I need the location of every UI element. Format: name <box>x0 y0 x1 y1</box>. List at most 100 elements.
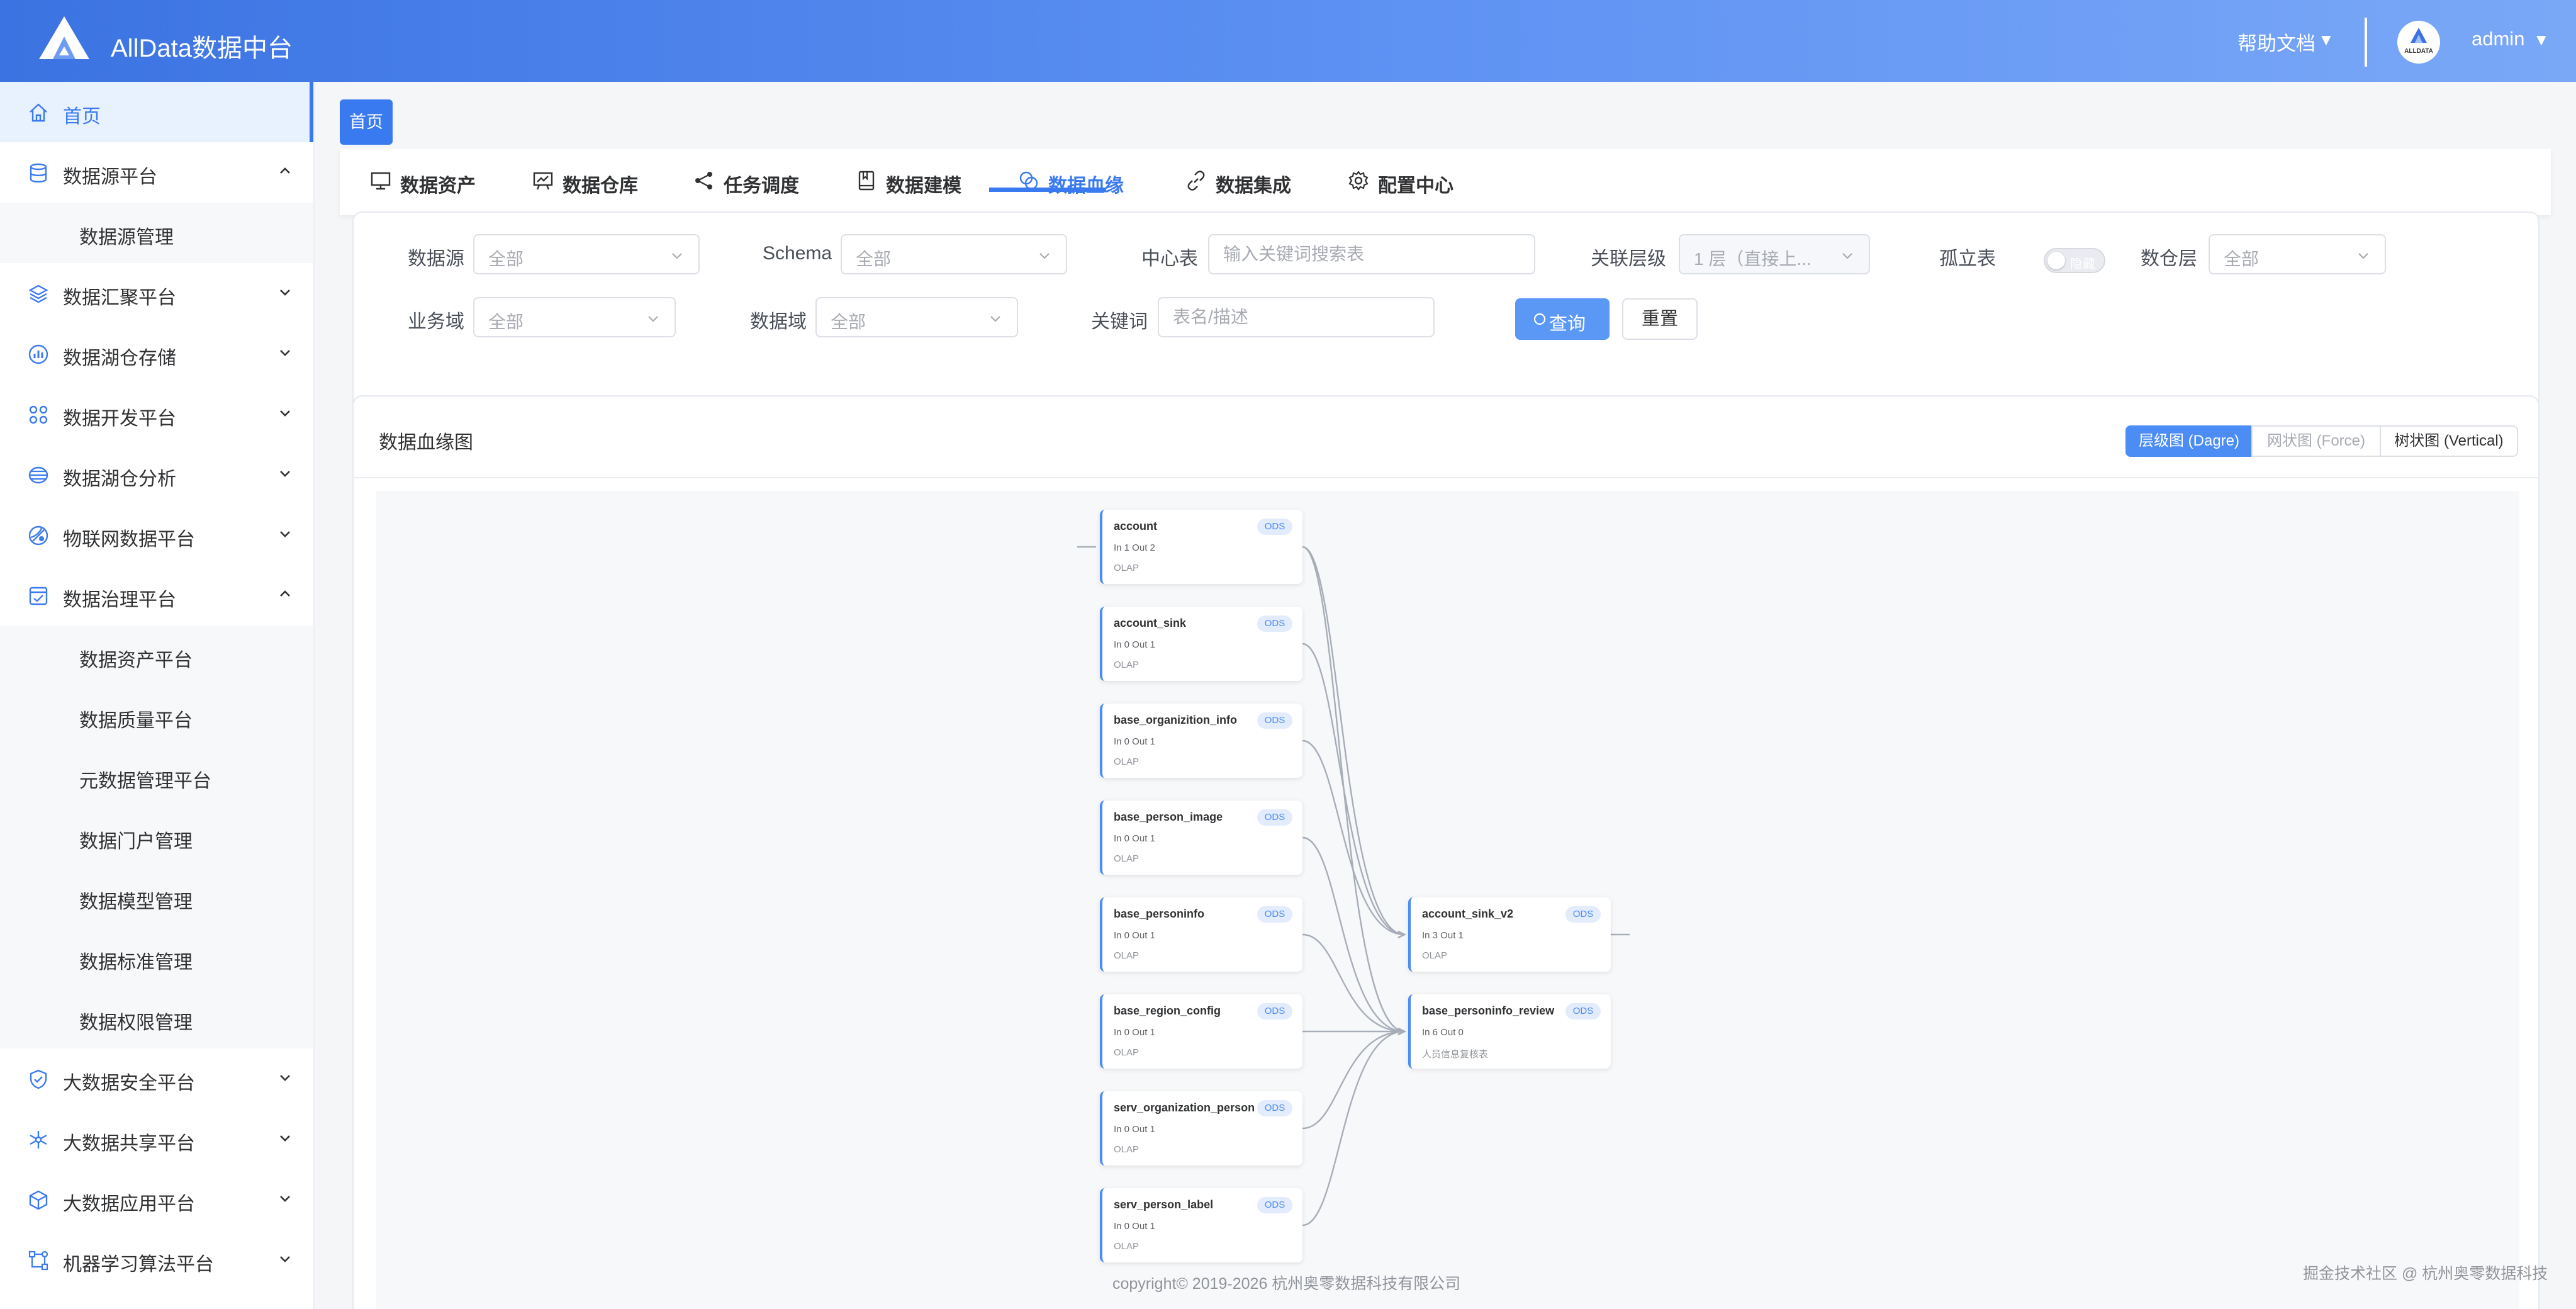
sidebar-item-ml[interactable]: 机器学习算法平台 <box>0 1230 313 1290</box>
keyword-field[interactable] <box>1173 307 1406 327</box>
lineage-edge <box>1302 546 1405 1033</box>
layers-icon <box>28 284 48 303</box>
sidebar-item-quality-platform[interactable]: 数据质量平台 <box>0 686 313 746</box>
reset-button[interactable]: 重置 <box>1622 298 1698 340</box>
sidebar-item-model[interactable]: 数据模型管理 <box>0 867 313 928</box>
keyword-input[interactable] <box>1158 297 1435 337</box>
sidebar-item-governance[interactable]: 数据治理平台 <box>0 565 313 626</box>
node-description: 人员信息复核表 <box>1422 1049 1489 1060</box>
sidebar-item-share[interactable]: 大数据共享平台 <box>0 1109 313 1169</box>
warehouse-layer-select[interactable]: 全部 <box>2209 234 2386 274</box>
depth-select[interactable]: 1 层（直接上... <box>1679 234 1870 274</box>
sidebar-item-datasource-manage[interactable]: 数据源管理 <box>0 203 313 263</box>
lineage-node[interactable]: base_person_image ODS In 0 Out 1 OLAP <box>1100 801 1302 875</box>
sidebar-item-application[interactable]: 大数据应用平台 <box>0 1169 313 1230</box>
node-description: OLAP <box>1114 1144 1140 1155</box>
tab-data-integration[interactable]: 数据集成 <box>1185 149 1311 215</box>
sidebar-item-aggregation[interactable]: 数据汇聚平台 <box>0 263 313 323</box>
user-caret-icon[interactable]: ▼ <box>2533 30 2550 50</box>
lineage-node[interactable]: base_personinfo ODS In 0 Out 1 OLAP <box>1100 897 1302 972</box>
sidebar-item-asset-platform[interactable]: 数据资产平台 <box>0 626 313 686</box>
node-description: OLAP <box>1114 950 1140 961</box>
sidebar-item-lakehouse-storage[interactable]: 数据湖仓存储 <box>0 323 313 384</box>
bar-chart-icon <box>28 344 48 364</box>
chevron-down-icon <box>648 316 658 322</box>
book-icon <box>858 171 875 191</box>
view-force-button[interactable]: 网状图 (Force) <box>2251 425 2381 457</box>
schema-select[interactable]: 全部 <box>841 234 1067 274</box>
lineage-node[interactable]: base_personinfo_review ODS In 6 Out 0 人员信息复… <box>1408 994 1611 1069</box>
board-chart-icon <box>533 172 553 190</box>
data-domain-select[interactable]: 全部 <box>815 297 1018 337</box>
node-layer-badge: ODS <box>1257 712 1292 729</box>
query-button[interactable]: 查询 <box>1515 298 1610 340</box>
copyright-text: copyright© 2019-2026 杭州奥零数据科技有限公司 <box>1112 1275 1461 1293</box>
sidebar-item-datasource[interactable]: 数据源平台 <box>0 142 313 203</box>
tab-task-scheduling[interactable]: 任务调度 <box>693 149 819 215</box>
chevron-down-icon <box>990 316 1000 322</box>
node-layer-badge: ODS <box>1257 1197 1292 1213</box>
depth-label: 关联层级 <box>1591 249 1666 269</box>
breadcrumb-home-tag[interactable]: 首页 <box>340 99 393 145</box>
datasource-select[interactable]: 全部 <box>473 234 700 274</box>
lineage-node[interactable]: account_sink_v2 ODS In 3 Out 1 OLAP <box>1408 897 1611 972</box>
logo-icon[interactable] <box>38 15 91 60</box>
search-icon <box>1533 313 1546 325</box>
node-layer-badge: ODS <box>1257 519 1292 535</box>
lineage-node[interactable]: account ODS In 1 Out 2 OLAP <box>1100 510 1302 584</box>
tab-data-assets[interactable]: 数据资产 <box>370 149 496 215</box>
lineage-node[interactable]: base_organizition_info ODS In 0 Out 1 OLAP <box>1100 704 1302 778</box>
tab-data-modeling[interactable]: 数据建模 <box>856 149 982 215</box>
node-name: serv_organization_person <box>1114 1101 1255 1114</box>
sidebar-item-dev-platform[interactable]: 数据开发平台 <box>0 384 313 444</box>
data-domain-label: 数据域 <box>750 312 807 332</box>
user-menu[interactable]: admin <box>2472 28 2524 50</box>
node-name: base_personinfo <box>1114 907 1205 920</box>
center-table-input[interactable] <box>1208 234 1535 274</box>
tab-config-center[interactable]: 配置中心 <box>1348 149 1474 215</box>
help-docs-menu[interactable]: 帮助文档 <box>2237 28 2316 56</box>
help-caret-icon[interactable]: ▼ <box>2318 30 2334 50</box>
sidebar-item-metadata-platform[interactable]: 元数据管理平台 <box>0 746 313 807</box>
sidebar-item-standard[interactable]: 数据标准管理 <box>0 928 313 988</box>
lineage-node[interactable]: serv_person_label ODS In 0 Out 1 OLAP <box>1100 1188 1302 1262</box>
view-dagre-button[interactable]: 层级图 (Dagre) <box>2125 425 2253 457</box>
node-description: OLAP <box>1114 1047 1140 1058</box>
business-domain-select[interactable]: 全部 <box>473 297 676 337</box>
avatar-label: ALLDATA <box>2404 48 2433 55</box>
center-table-field[interactable] <box>1223 244 1499 264</box>
node-description: OLAP <box>1114 660 1140 670</box>
chevron-down-icon <box>280 1196 290 1202</box>
lineage-title: 数据血缘图 <box>379 432 473 453</box>
lineage-edge <box>1302 1030 1405 1227</box>
lineage-node[interactable]: serv_organization_person ODS In 0 Out 1 OLA… <box>1100 1091 1302 1166</box>
gear-icon <box>1348 171 1369 191</box>
sidebar-item-lakehouse-analysis[interactable]: 数据湖仓分析 <box>0 444 313 505</box>
isolated-toggle[interactable]: 隐藏 <box>2044 248 2105 273</box>
lineage-node[interactable]: account_sink ODS In 0 Out 1 OLAP <box>1100 607 1302 681</box>
monitor-icon <box>371 172 391 190</box>
tab-data-warehouse[interactable]: 数据仓库 <box>532 149 658 215</box>
node-io-count: In 0 Out 1 <box>1114 930 1155 941</box>
avatar[interactable]: ALLDATA <box>2397 21 2440 64</box>
sidebar-item-home[interactable]: 首页 <box>0 82 313 142</box>
keyword-label: 关键词 <box>1091 312 1148 332</box>
sidebar: 首页 数据源平台 数据源管理 数据汇聚平台 数据湖仓存储 数据开发平台 数据湖仓… <box>0 82 315 1309</box>
shield-icon <box>30 1069 47 1089</box>
view-vertical-button[interactable]: 树状图 (Vertical) <box>2380 425 2518 457</box>
lineage-canvas[interactable]: account ODS In 1 Out 2 OLAP account_sink ODS I… <box>376 491 2519 1309</box>
node-description: OLAP <box>1114 563 1140 573</box>
node-name: account <box>1114 520 1158 532</box>
app-title: AllData数据中台 <box>111 35 293 62</box>
schema-label: Schema <box>763 243 832 264</box>
sidebar-item-portal[interactable]: 数据门户管理 <box>0 807 313 867</box>
tab-data-lineage[interactable]: 数据血缘 <box>1018 149 1144 215</box>
node-layer-badge: ODS <box>1565 1003 1601 1020</box>
sidebar-item-iot[interactable]: 物联网数据平台 <box>0 505 313 565</box>
sidebar-item-security[interactable]: 大数据安全平台 <box>0 1048 313 1109</box>
lineage-node[interactable]: base_region_config ODS In 0 Out 1 OLAP <box>1100 994 1302 1069</box>
toggle-knob <box>2047 252 2065 269</box>
header-divider <box>2365 18 2367 67</box>
chevron-down-icon <box>1039 253 1050 259</box>
sidebar-item-permission[interactable]: 数据权限管理 <box>0 988 313 1048</box>
